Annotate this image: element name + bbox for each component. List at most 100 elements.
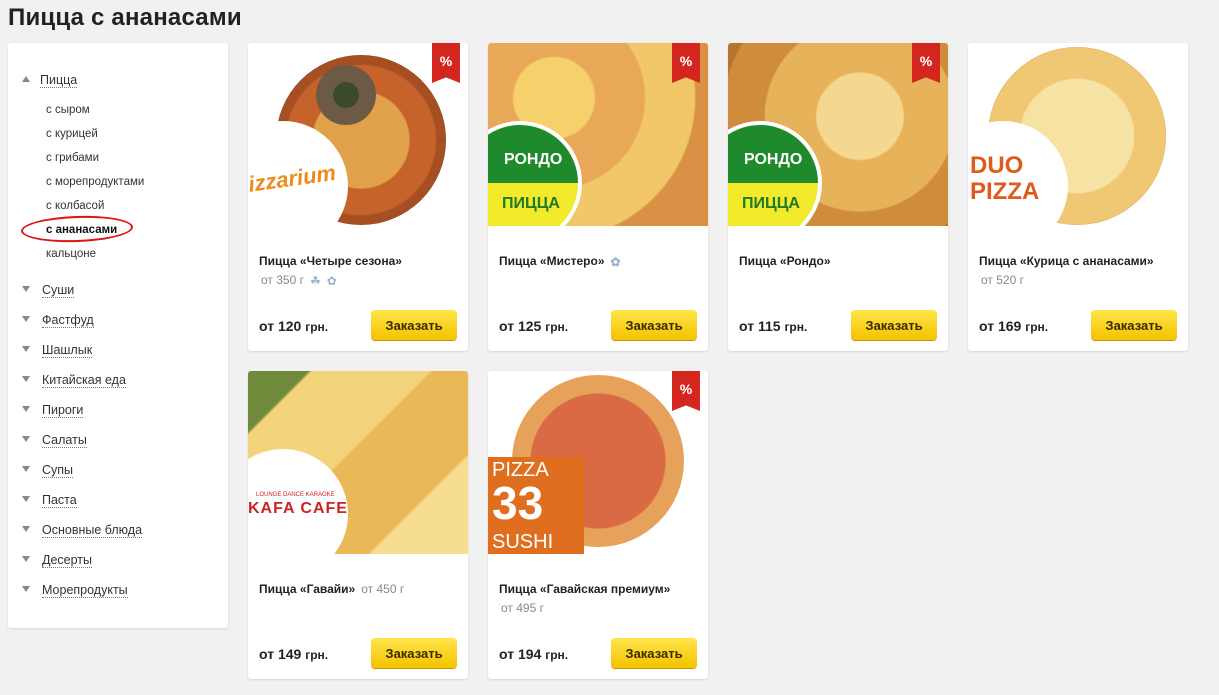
product-price: от 115 грн. <box>739 318 807 334</box>
sidebar-category[interactable]: Пироги <box>22 403 142 433</box>
sidebar-category-label: Суши <box>42 283 75 298</box>
product-price: от 120 грн. <box>259 318 328 334</box>
subcategory-item[interactable]: с морепродуктами <box>46 174 144 198</box>
expand-arrow-icon <box>22 376 30 382</box>
sidebar-category[interactable]: Основные блюда <box>22 523 143 553</box>
product-name-text: Пицца «Гавайи» <box>259 582 356 596</box>
product-weight: от 350 г ☘ ✿ <box>261 273 337 288</box>
sidebar-category-label: Пицца <box>40 73 78 88</box>
restaurant-logo-33: 33 <box>492 477 544 529</box>
product-card[interactable]: izzarium % Пицца «Четыре сезона» от 350 … <box>248 43 468 351</box>
order-button[interactable]: Заказать <box>611 310 697 340</box>
product-weight-value: от 350 г <box>261 273 304 287</box>
sidebar-category-pizza[interactable]: Пицца <box>22 73 78 88</box>
subcategory-item[interactable]: с сыром <box>46 102 144 126</box>
sidebar-category[interactable]: Десерты <box>22 553 142 583</box>
expand-arrow-icon <box>22 556 30 562</box>
sidebar-category-label: Супы <box>42 463 74 478</box>
order-button[interactable]: Заказать <box>371 310 457 340</box>
product-card[interactable]: DUO PIZZA Пицца «Курица с ананасами» от … <box>968 43 1188 351</box>
restaurant-logo-kafa: KAFA CAFE <box>248 500 348 517</box>
sidebar-category-label: Китайская еда <box>42 373 126 388</box>
product-card[interactable]: РОНДО ПИЦЦА % Пицца «Рондо» от 115 грн. … <box>728 43 948 351</box>
expand-arrow-icon <box>22 496 30 502</box>
product-name[interactable]: Пицца «Гавайи» от 450 г <box>259 582 404 596</box>
product-name[interactable]: Пицца «Мистеро» ✿ <box>499 254 621 269</box>
sidebar-category-label: Десерты <box>42 553 93 568</box>
product-price: от 194 грн. <box>499 646 568 662</box>
product-card[interactable]: РОНДО ПИЦЦА % Пицца «Мистеро» ✿ от 125 гр… <box>488 43 708 351</box>
discount-badge: % <box>912 43 940 83</box>
subcategory-list: с сыром с курицей с грибами с морепродук… <box>20 102 144 270</box>
sidebar-category-label: Пироги <box>42 403 84 418</box>
product-card[interactable]: PIZZA 33 SUSHI % Пицца «Гавайская премиу… <box>488 371 708 679</box>
category-list: Суши Фастфуд Шашлык Китайская еда Пироги… <box>22 283 143 613</box>
expand-arrow-icon <box>22 406 30 412</box>
sidebar-category-label: Салаты <box>42 433 87 448</box>
restaurant-logo-tagline: LOUNGE DANCE KARAOKE <box>256 492 335 498</box>
currency-label: грн. <box>305 648 329 662</box>
product-weight: от 450 г <box>361 582 405 596</box>
subcategory-item[interactable]: кальцоне <box>46 246 144 270</box>
restaurant-logo-duo-sub: PIZZA <box>970 178 1040 205</box>
expand-arrow-icon <box>22 316 30 322</box>
expand-arrow-icon <box>22 466 30 472</box>
sidebar-category[interactable]: Китайская еда <box>22 373 142 403</box>
sidebar-category-label: Паста <box>42 493 77 508</box>
product-name[interactable]: Пицца «Гавайская премиум» <box>499 582 670 596</box>
product-price-value: от 125 <box>499 318 542 334</box>
sidebar-category-label: Фастфуд <box>42 313 94 328</box>
mushroom-topping <box>316 65 376 125</box>
restaurant-logo-rondo: РОНДО <box>504 151 563 168</box>
order-button[interactable]: Заказать <box>371 638 457 668</box>
product-card[interactable]: LOUNGE DANCE KARAOKE KAFA CAFE Пицца «Га… <box>248 371 468 679</box>
sidebar-category[interactable]: Супы <box>22 463 142 493</box>
sidebar-category[interactable]: Шашлык <box>22 343 142 373</box>
subcategory-item[interactable]: с курицей <box>46 126 144 150</box>
product-price-value: от 169 <box>979 318 1022 334</box>
category-sidebar: Пицца с сыром с курицей с грибами с море… <box>8 43 228 628</box>
sidebar-category-label: Шашлык <box>42 343 93 358</box>
sidebar-category-label: Морепродукты <box>42 583 128 598</box>
sidebar-category[interactable]: Морепродукты <box>22 583 142 613</box>
fish-icon: ✿ <box>610 255 621 269</box>
product-name[interactable]: Пицца «Четыре сезона» <box>259 254 402 268</box>
sidebar-category-label: Основные блюда <box>42 523 143 538</box>
product-price-value: от 194 <box>499 646 542 662</box>
product-weight: от 520 г <box>981 273 1024 287</box>
subcategory-item-active[interactable]: с ананасами <box>20 214 144 246</box>
order-button[interactable]: Заказать <box>611 638 697 668</box>
currency-label: грн. <box>545 320 569 334</box>
expand-arrow-icon <box>22 436 30 442</box>
red-circle-annotation <box>20 214 134 244</box>
subcategory-item[interactable]: с грибами <box>46 150 144 174</box>
restaurant-logo-sushi: SUSHI <box>492 531 554 553</box>
product-image[interactable]: LOUNGE DANCE KARAOKE KAFA CAFE <box>248 371 468 554</box>
product-name-text: Пицца «Мистеро» <box>499 254 605 268</box>
sidebar-category[interactable]: Салаты <box>22 433 142 463</box>
currency-label: грн. <box>305 320 329 334</box>
product-name[interactable]: Пицца «Курица с ананасами» <box>979 254 1154 268</box>
product-price: от 149 грн. <box>259 646 328 662</box>
order-button[interactable]: Заказать <box>1091 310 1177 340</box>
order-button[interactable]: Заказать <box>851 310 937 340</box>
product-price: от 125 грн. <box>499 318 568 334</box>
expand-arrow-icon <box>22 346 30 352</box>
product-image[interactable]: DUO PIZZA <box>968 43 1188 226</box>
currency-label: грн. <box>545 648 569 662</box>
sidebar-category[interactable]: Суши <box>22 283 142 313</box>
sidebar-category[interactable]: Паста <box>22 493 142 523</box>
page-title: Пицца с ананасами <box>8 4 242 31</box>
product-name[interactable]: Пицца «Рондо» <box>739 254 831 268</box>
collapse-arrow-icon <box>22 76 30 82</box>
restaurant-logo-duo: DUO <box>970 152 1024 179</box>
garlic-icon: ☘ <box>309 274 321 288</box>
currency-label: грн. <box>1025 320 1049 334</box>
sidebar-category[interactable]: Фастфуд <box>22 313 142 343</box>
product-price-value: от 115 <box>739 318 781 334</box>
product-price-value: от 120 <box>259 318 302 334</box>
discount-badge: % <box>432 43 460 83</box>
restaurant-logo-rondo-sub: ПИЦЦА <box>742 195 800 212</box>
expand-arrow-icon <box>22 286 30 292</box>
restaurant-logo-rondo: РОНДО <box>744 151 803 168</box>
